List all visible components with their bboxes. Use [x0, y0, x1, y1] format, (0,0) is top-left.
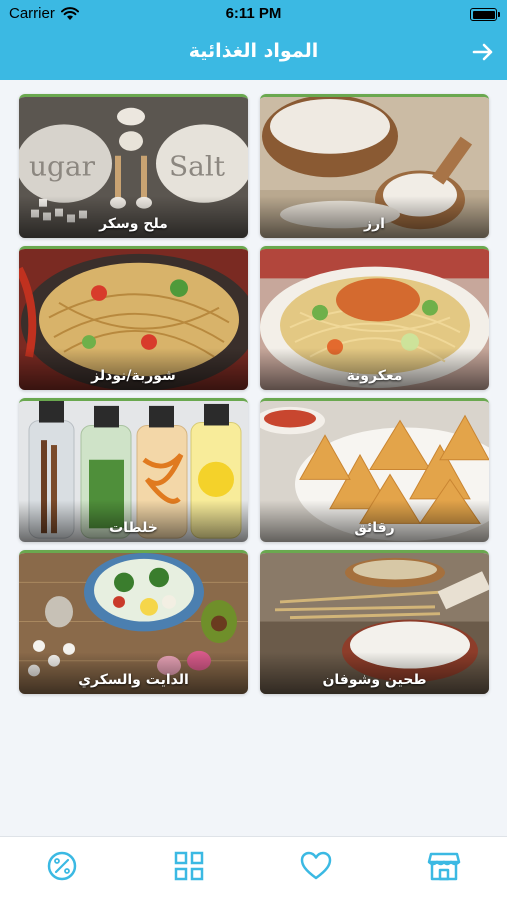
- category-label: معكرونة: [346, 368, 403, 384]
- tab-bar: [0, 836, 507, 900]
- category-label: رقائق: [354, 520, 395, 536]
- category-label: طحين وشوفان: [322, 672, 427, 688]
- category-label: ارز: [364, 216, 385, 232]
- battery-icon: [470, 8, 500, 21]
- arrow-right-icon[interactable]: [471, 40, 495, 64]
- category-label: ملح وسكر: [99, 216, 168, 232]
- category-label: شوربة/نودلز: [91, 368, 176, 384]
- svg-text:ugar: ugar: [29, 150, 96, 183]
- page-title: المواد الغذائية: [188, 40, 319, 62]
- status-bar: Carrier 6:11 PM: [0, 0, 507, 28]
- percent-icon[interactable]: [45, 849, 79, 883]
- grid-icon[interactable]: [172, 849, 206, 883]
- header: Carrier 6:11 PM المواد الغذائية: [0, 0, 507, 80]
- category-tile-pastries[interactable]: رقائق: [260, 398, 489, 542]
- clock: 6:11 PM: [225, 5, 282, 22]
- category-tile-rice[interactable]: ارز: [260, 94, 489, 238]
- category-tile-salt-sugar[interactable]: ugar Salt ملح وسكر: [19, 94, 248, 238]
- category-label: خلطات: [109, 520, 158, 536]
- svg-text:Salt: Salt: [169, 150, 225, 183]
- category-label: الدايت والسكري: [78, 672, 189, 688]
- category-tile-mixes[interactable]: خلطات: [19, 398, 248, 542]
- category-tile-pasta[interactable]: معكرونة: [260, 246, 489, 390]
- store-icon[interactable]: [427, 849, 461, 883]
- category-tile-diet[interactable]: الدايت والسكري: [19, 550, 248, 694]
- category-tile-noodles[interactable]: شوربة/نودلز: [19, 246, 248, 390]
- heart-icon[interactable]: [299, 849, 333, 883]
- battery-level: [472, 10, 495, 19]
- category-tile-flour-oats[interactable]: طحين وشوفان: [260, 550, 489, 694]
- nav-bar: المواد الغذائية: [0, 28, 507, 78]
